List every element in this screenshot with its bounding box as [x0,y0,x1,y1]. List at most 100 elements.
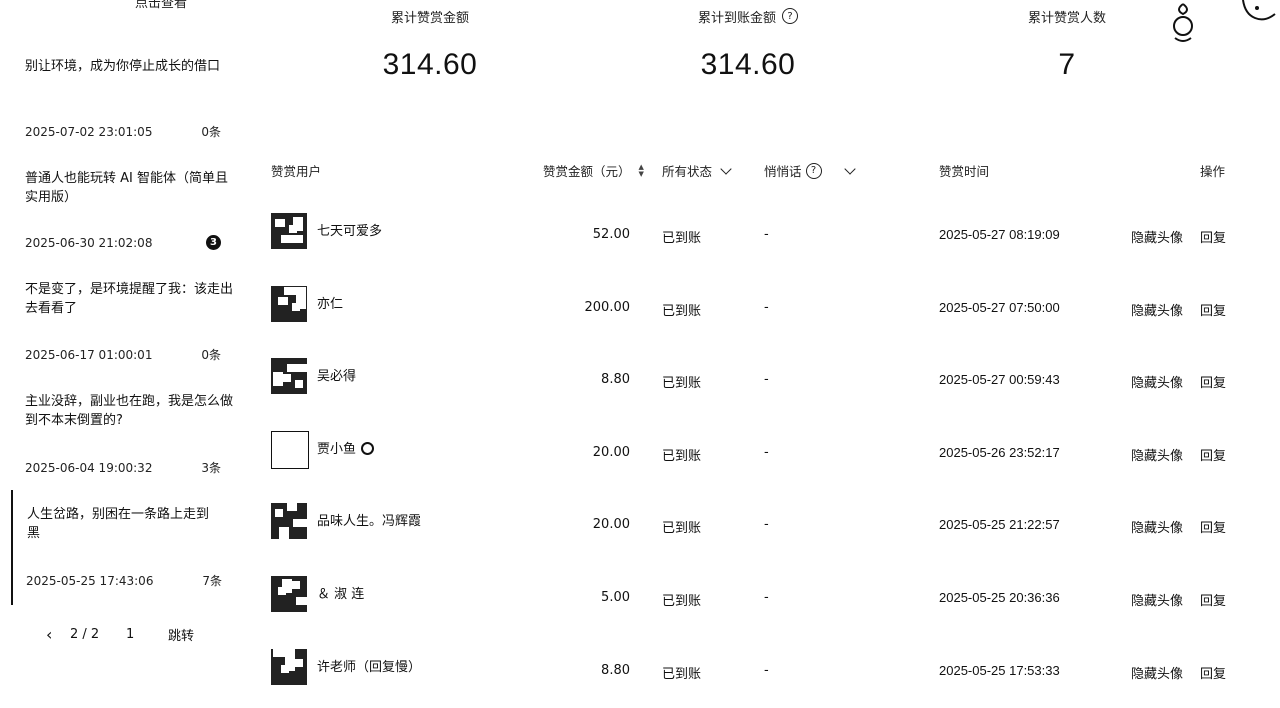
reply-button[interactable]: 回复 [1200,590,1226,609]
reward-message: - [764,372,769,387]
article-sidebar: 点击查看 别让环境，成为你停止成长的借口 2025-07-02 23:01:05… [0,0,240,708]
reward-time: 2025-05-27 00:59:43 [939,372,1060,387]
hide-avatar-button[interactable]: 隐藏头像 [1131,372,1183,391]
reward-status: 已到账 [662,231,702,246]
hide-avatar-button[interactable]: 隐藏头像 [1131,300,1183,319]
reply-button[interactable]: 回复 [1200,372,1226,391]
reward-message: - [764,227,769,242]
reward-amount: 8.80 [601,372,630,387]
jump-button[interactable]: 跳转 [168,625,194,644]
hide-avatar-button[interactable]: 隐藏头像 [1131,517,1183,536]
reward-time: 2025-05-25 21:22:57 [939,517,1060,532]
help-icon[interactable]: ? [782,8,798,24]
verified-icon [361,442,374,455]
article-title: 不是变了，是环境提醒了我：该走出去看看了 [25,282,234,316]
user-name: 许老师（回复慢） [317,660,422,675]
stat-value: 7 [1058,48,1076,81]
avatar [271,503,307,539]
stat-label: 累计赞赏金额 [390,10,469,26]
article-item[interactable]: 普通人也能玩转 AI 智能体（简单且实用版） [11,169,235,207]
article-count: 0条 [201,125,221,139]
avatar [271,431,309,469]
article-title: 别让环境，成为你停止成长的借口 [25,59,221,74]
reward-status: 已到账 [662,304,702,319]
hide-avatar-button[interactable]: 隐藏头像 [1131,227,1183,246]
chevron-down-icon [843,162,856,175]
reward-time: 2025-05-25 20:36:36 [939,590,1060,605]
user-name: 吴必得 [317,369,357,384]
sort-icon[interactable]: ▲ ▼ [639,163,644,178]
article-date: 2025-06-30 21:02:08 [25,235,153,250]
avatar [271,576,307,612]
reply-button[interactable]: 回复 [1200,445,1226,464]
reward-status: 已到账 [662,449,702,464]
reward-amount: 20.00 [592,517,630,532]
reward-time: 2025-05-25 17:53:33 [939,663,1060,678]
avatar [271,286,307,322]
article-count: 3条 [201,461,221,475]
article-date: 2025-06-04 19:00:32 [25,460,153,475]
prev-page-button[interactable]: ‹ [46,625,70,644]
user-name: ＆ 淑 连 [317,587,365,602]
stat-value: 314.60 [382,48,478,81]
hide-avatar-button[interactable]: 隐藏头像 [1131,445,1183,464]
stat-label: 累计赞赏人数 [1027,10,1106,26]
reward-time: 2025-05-27 08:19:09 [939,227,1060,242]
reward-message: - [764,663,769,678]
view-link[interactable]: 点击查看 [135,0,187,11]
reward-amount: 200.00 [584,300,631,315]
count-badge: 3 [206,235,221,250]
article-title: 人生岔路，别困在一条路上走到黑 [27,507,210,541]
article-item[interactable]: 不是变了，是环境提醒了我：该走出去看看了 [11,280,235,318]
article-title: 主业没辞，副业也在跑，我是怎么做到不本末倒置的? [25,394,234,428]
article-item[interactable]: 别让环境，成为你停止成长的借口 [11,57,235,76]
hide-avatar-button[interactable]: 隐藏头像 [1131,663,1183,682]
stat-value: 314.60 [700,48,796,81]
user-name: 亦仁 [317,297,344,312]
col-amount[interactable]: 赞赏金额（元） ▲ ▼ [543,161,644,180]
reward-message: - [764,517,769,532]
reward-time: 2025-05-27 07:50:00 [939,300,1060,315]
avatar [271,358,307,394]
reward-time: 2025-05-26 23:52:17 [939,445,1060,460]
mascot-illustration [1173,0,1276,42]
col-user: 赞赏用户 [271,164,322,179]
page-input[interactable]: 1 [126,627,168,642]
reply-button[interactable]: 回复 [1200,227,1226,246]
message-filter[interactable]: 悄悄话 ? [764,161,856,180]
stat-label: 累计到账金额 [697,10,776,26]
reward-amount: 52.00 [592,227,630,242]
col-amount-label: 赞赏金额（元） [543,164,631,179]
avatar [271,213,307,249]
reward-amount: 5.00 [601,590,630,605]
col-action: 操作 [1200,164,1226,179]
article-meta: 2025-07-02 23:01:05 0条 [25,123,221,140]
stat-received: 累计到账金额 ? 314.60 [638,6,858,82]
stat-people: 累计赞赏人数 7 [957,6,1177,82]
avatar [271,649,307,685]
reward-amount: 20.00 [592,445,630,460]
reward-message: - [764,300,769,315]
col-time: 赞赏时间 [939,164,990,179]
reward-status: 已到账 [662,667,702,682]
help-icon[interactable]: ? [805,162,822,179]
article-meta: 2025-06-17 01:00:01 0条 [25,346,221,363]
message-filter-label: 悄悄话 [764,164,802,179]
reply-button[interactable]: 回复 [1200,663,1226,682]
article-meta: 2025-05-25 17:43:06 7条 [26,572,222,589]
reward-status: 已到账 [662,521,702,536]
reply-button[interactable]: 回复 [1200,300,1226,319]
status-filter[interactable]: 所有状态 [662,161,732,180]
reward-status: 已到账 [662,376,702,391]
hide-avatar-button[interactable]: 隐藏头像 [1131,590,1183,609]
user-name: 七天可爱多 [317,224,383,239]
reward-amount: 8.80 [601,663,630,678]
stat-total-amount: 累计赞赏金额 314.60 [320,6,540,82]
user-name: 贾小鱼 [317,442,357,457]
article-date: 2025-05-25 17:43:06 [26,573,154,588]
article-date: 2025-07-02 23:01:05 [25,124,153,139]
reply-button[interactable]: 回复 [1200,517,1226,536]
article-item[interactable]: 主业没辞，副业也在跑，我是怎么做到不本末倒置的? [11,392,235,430]
page-indicator: 2 / 2 [70,627,100,642]
article-meta: 2025-06-30 21:02:08 3 [25,235,221,250]
